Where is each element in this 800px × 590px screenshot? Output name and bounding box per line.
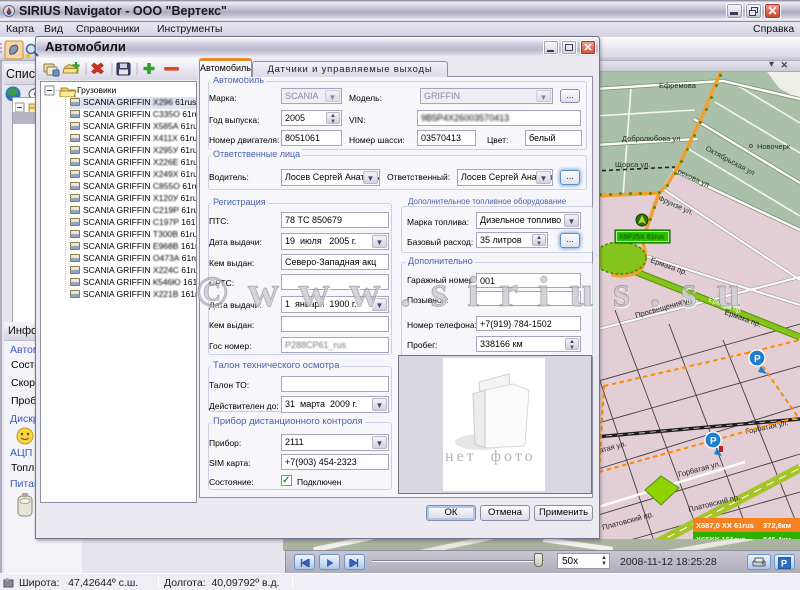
svg-text:372,8км: 372,8км — [763, 521, 792, 530]
svg-text:Добролюбова ул: Добролюбова ул — [622, 134, 680, 143]
svg-text:Х687,0 ХХ 61rus: Х687,0 ХХ 61rus — [696, 521, 754, 530]
svg-text:Ефремова: Ефремова — [659, 81, 697, 90]
svg-text:Щорса ул.: Щорса ул. — [615, 160, 650, 169]
svg-text:Х6Р25Х 61rus: Х6Р25Х 61rus — [619, 234, 665, 241]
svg-text:P: P — [781, 559, 787, 569]
svg-text:P: P — [754, 354, 761, 365]
svg-text:P: P — [710, 436, 717, 447]
svg-text:Новочерк: Новочерк — [757, 142, 791, 151]
